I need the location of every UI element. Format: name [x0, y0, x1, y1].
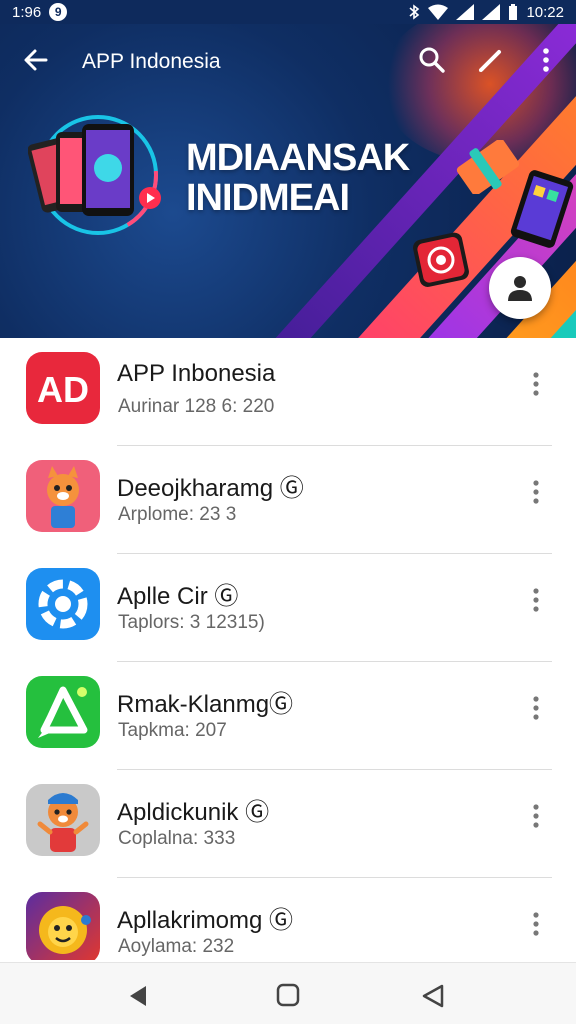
phones-illustration: [28, 115, 161, 235]
app-name: Rmak-KlanmgⒼ: [117, 691, 294, 718]
list-item[interactable]: Aplle Cir Ⓖ Taplors: 3 12315): [0, 554, 576, 662]
record-button-icon: [413, 232, 469, 287]
chat-leaf-icon: [26, 676, 100, 748]
list-item[interactable]: AD APP Inbonesia Aurinar 128 6: 220: [0, 338, 576, 446]
fox-mascot-icon: [26, 460, 100, 532]
more-vert-icon[interactable]: [532, 44, 560, 76]
more-vert-icon[interactable]: [526, 476, 546, 508]
phone-illustration-right: [510, 170, 574, 248]
banner-title-line2: INIDMEAI: [186, 177, 350, 219]
app-subtitle: Aoylama: 232: [118, 936, 235, 957]
nav-back-icon[interactable]: [126, 983, 152, 1009]
app-name: Aplle Cir Ⓖ: [117, 583, 239, 610]
list-item[interactable]: Deeojkharamg Ⓖ Arplome: 23 3: [0, 446, 576, 554]
list-item[interactable]: Apllakrimomg Ⓖ Aoylama: 232: [0, 878, 576, 960]
page-title: APP Indonesia: [82, 50, 221, 73]
profile-fab-button[interactable]: [489, 257, 551, 319]
app-subtitle: Coplalna: 333: [118, 828, 236, 849]
more-vert-icon[interactable]: [526, 584, 546, 616]
back-arrow-icon[interactable]: [20, 44, 52, 76]
app-bar: APP Indonesia: [0, 24, 576, 96]
person-icon: [508, 276, 532, 301]
banner-title-line1: MDIAANSAK: [186, 137, 410, 179]
app-subtitle: Tapkma: 207: [118, 720, 227, 741]
more-vert-icon[interactable]: [526, 368, 546, 400]
more-vert-icon[interactable]: [526, 908, 546, 940]
status-time-right: 10:22: [526, 3, 564, 21]
notification-badge: 9: [49, 3, 68, 21]
status-bar: 1:96 9 10:22: [0, 0, 576, 24]
nav-recents-icon[interactable]: [420, 983, 446, 1009]
edit-icon[interactable]: [474, 44, 506, 76]
app-name: Apldickunik Ⓖ: [117, 799, 270, 826]
list-item[interactable]: Apldickunik Ⓖ Coplalna: 333: [0, 770, 576, 878]
ap-logo-icon: AD: [26, 352, 100, 424]
battery-icon: [509, 4, 518, 20]
fox-character-icon: [26, 784, 100, 856]
signal-icon-2: [482, 4, 501, 20]
lion-mascot-icon: [26, 892, 100, 960]
more-vert-icon[interactable]: [526, 692, 546, 724]
svg-text:AD: AD: [37, 369, 89, 410]
app-name: Apllakrimomg Ⓖ: [117, 907, 294, 934]
bluetooth-icon: [409, 4, 420, 20]
app-name: Deeojkharamg Ⓖ: [117, 475, 304, 502]
app-list: AD APP Inbonesia Aurinar 128 6: 220 Deeo…: [0, 338, 576, 960]
app-subtitle: Arplome: 23 3: [118, 504, 237, 525]
app-name: APP Inbonesia: [117, 360, 276, 387]
signal-icon: [456, 4, 475, 20]
wifi-icon: [428, 4, 449, 20]
gear-ring-icon: [26, 568, 100, 640]
system-nav-bar: [0, 962, 576, 1024]
app-subtitle: Aurinar 128 6: 220: [118, 396, 275, 417]
list-item[interactable]: Rmak-KlanmgⒼ Tapkma: 207: [0, 662, 576, 770]
app-subtitle: Taplors: 3 12315): [118, 612, 265, 633]
more-vert-icon[interactable]: [526, 800, 546, 832]
search-icon[interactable]: [416, 44, 448, 76]
nav-home-icon[interactable]: [276, 983, 300, 1007]
status-time-left: 1:96: [12, 3, 42, 21]
